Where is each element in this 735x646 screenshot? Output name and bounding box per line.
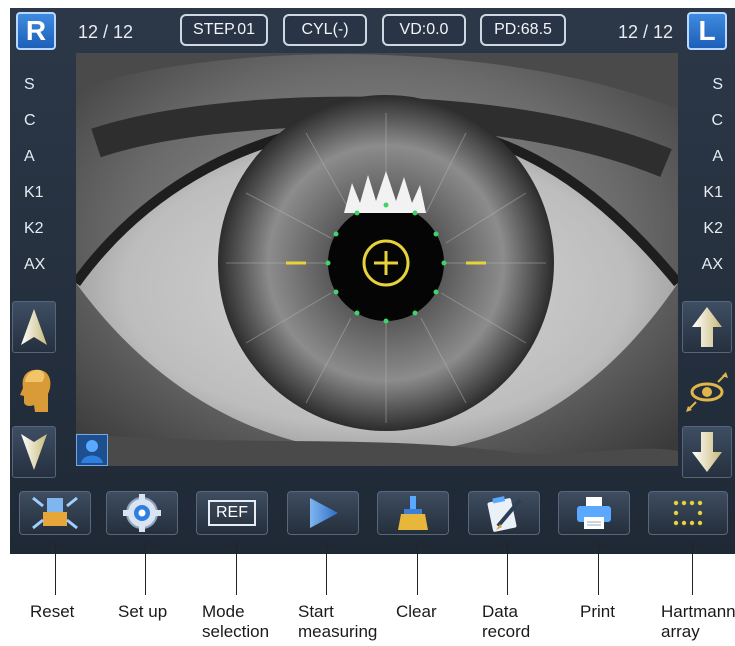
autorefractor-screen: R 12 / 12 STEP.01 CYL(-) VD:0.0 PD:68.5 … (10, 8, 735, 554)
right-label-k1: K1 (703, 184, 723, 201)
caption-mode-selection: Mode selection (202, 602, 270, 641)
vertex-distance[interactable]: VD:0.0 (382, 14, 466, 46)
caption-data-record: Data record (482, 602, 531, 641)
right-label-k2: K2 (703, 220, 723, 237)
print-button[interactable] (558, 491, 630, 535)
right-label-ax: AX (701, 256, 723, 273)
left-label-k2: K2 (24, 220, 44, 237)
thick-arrow-up-icon (692, 307, 722, 347)
caption-set-up: Set up (118, 602, 168, 621)
hartmann-leader-line (692, 543, 693, 595)
mode-leader-line (236, 543, 237, 595)
caption-start-measuring: Start measuring (298, 602, 378, 641)
pupil-distance[interactable]: PD:68.5 (480, 14, 566, 46)
broom-icon (398, 496, 428, 530)
arrow-down-icon (21, 434, 47, 470)
move-up-button[interactable] (12, 301, 56, 353)
thick-arrow-down-icon (692, 432, 722, 472)
right-eye-badge[interactable]: R (16, 12, 56, 50)
setup-button[interactable] (106, 491, 178, 535)
start-measuring-button[interactable] (287, 491, 359, 535)
print-leader-line (598, 543, 599, 595)
right-eye-counter: 12 / 12 (78, 22, 134, 42)
move-down-button[interactable] (12, 426, 56, 478)
setup-leader-line (145, 543, 146, 595)
chinrest-down-button[interactable] (682, 426, 732, 478)
eye-camera-view (76, 53, 678, 466)
head-position-icon (12, 364, 56, 416)
left-label-k1: K1 (24, 184, 44, 201)
record-leader-line (507, 543, 508, 595)
caption-hartmann-array: Hartmann array (661, 602, 735, 641)
data-record-button[interactable] (468, 491, 540, 535)
right-label-s: S (712, 76, 723, 93)
reset-button[interactable] (19, 491, 91, 535)
gear-icon (123, 494, 161, 532)
operator-icon[interactable] (76, 434, 108, 466)
play-icon (310, 498, 338, 528)
dot-grid-icon (673, 500, 703, 526)
top-status-bar: R 12 / 12 STEP.01 CYL(-) VD:0.0 PD:68.5 … (10, 8, 735, 53)
eye-tracking-icon[interactable] (682, 364, 732, 420)
step-indicator[interactable]: STEP.01 (180, 14, 268, 46)
arrow-up-icon (21, 309, 47, 345)
right-label-a: A (712, 148, 723, 165)
reset-leader-line (55, 543, 56, 595)
left-label-c: C (24, 112, 36, 129)
caption-clear: Clear (396, 602, 437, 621)
ref-icon: REF (208, 500, 256, 526)
left-label-a: A (24, 148, 35, 165)
left-label-s: S (24, 76, 35, 93)
clear-leader-line (417, 543, 418, 595)
cylinder-mode[interactable]: CYL(-) (283, 14, 367, 46)
caption-print: Print (580, 602, 615, 621)
mode-selection-button[interactable]: REF (196, 491, 268, 535)
left-eye-counter: 12 / 12 (618, 22, 674, 42)
start-leader-line (326, 543, 327, 595)
left-label-ax: AX (24, 256, 46, 273)
chinrest-up-button[interactable] (682, 301, 732, 353)
left-eye-badge[interactable]: L (687, 12, 727, 50)
hartmann-array-button[interactable] (648, 491, 728, 535)
right-label-c: C (711, 112, 723, 129)
clipboard-icon (487, 496, 522, 532)
clear-button[interactable] (377, 491, 449, 535)
reset-icon (32, 496, 78, 530)
bottom-toolbar: REF (10, 477, 735, 554)
printer-icon (577, 497, 611, 529)
caption-reset: Reset (30, 602, 75, 621)
